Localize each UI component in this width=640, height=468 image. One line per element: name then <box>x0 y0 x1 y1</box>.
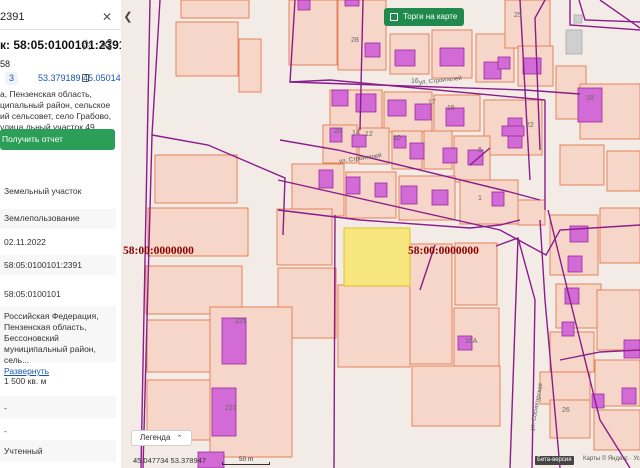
cad-quarter-label: 58:00:0000000 <box>123 245 194 257</box>
row-quarter: 58:05:0100101 <box>4 289 61 299</box>
copy-icon[interactable] <box>82 74 89 82</box>
house-number: 18 <box>586 95 594 102</box>
chevron-up-icon: ⌃ <box>176 435 183 442</box>
house-number: 221 <box>225 405 237 412</box>
building <box>565 29 583 55</box>
coords-value: 53.379189 45.050147 <box>38 73 121 83</box>
row-address: Российская Федерация, Пензенская область… <box>0 306 116 376</box>
row-rights: - <box>4 426 7 436</box>
house-number: 6 <box>478 147 482 154</box>
selected-parcel <box>343 227 411 287</box>
cad-quarter-label: 58:00:0000000 <box>408 245 479 257</box>
house-number: 1 <box>478 195 482 202</box>
parcel <box>238 38 262 93</box>
parcel <box>288 0 338 66</box>
house-number: 20 <box>334 128 342 135</box>
row-cost: - <box>0 396 116 418</box>
house-number: 16 <box>411 78 419 85</box>
app-root: { "sidebar": { "tab_id": "2391", "title"… <box>0 0 640 468</box>
house-number: 25 <box>514 12 522 19</box>
parcel <box>517 199 546 226</box>
close-icon[interactable]: ✕ <box>102 10 112 24</box>
parcel <box>504 0 551 49</box>
info-panel: 2391 ✕ к: 58:05:0100101:2391 ☆ 58 3 53.3… <box>0 0 121 468</box>
house-number: 28 <box>351 37 359 44</box>
house-number: 16А <box>465 338 478 345</box>
share-icon[interactable] <box>101 37 112 55</box>
row-date: 02.11.2022 <box>4 237 46 247</box>
scale-label: 50 m <box>239 456 254 463</box>
auction-map-button[interactable]: Торги на карте <box>384 8 465 26</box>
square-icon <box>390 13 398 21</box>
kad-prefix: 58 <box>0 59 11 69</box>
parcel <box>180 0 250 19</box>
row-type: Земельный участок <box>4 186 82 196</box>
beta-badge: Бета-версия <box>535 456 574 465</box>
tab-id: 2391 <box>0 11 25 23</box>
house-number: 17 <box>428 99 436 106</box>
building <box>573 14 583 24</box>
row-usage: Землепользование <box>0 209 116 229</box>
house-number: 12 <box>365 131 373 138</box>
parcel <box>549 331 595 373</box>
row-kad-number: 58:05:0100101:2391 <box>0 255 116 275</box>
coords-chip: 3 <box>5 72 19 85</box>
cursor-coordinates: 45.047734 53.378947 <box>133 456 206 465</box>
parcel <box>539 371 591 405</box>
legend-button[interactable]: Легенда ⌃ <box>131 430 192 446</box>
map-attribution: Карты © Яндекс · Ус <box>583 456 640 462</box>
parcel <box>411 365 501 427</box>
map-canvas[interactable]: 58:00:0000000 58:00:0000000 ул. Строител… <box>121 0 640 468</box>
star-icon[interactable]: ☆ <box>80 36 93 54</box>
address-text: а, Пензенская область, ципальный район, … <box>0 89 112 132</box>
panel-header: 2391 ✕ <box>0 8 121 30</box>
parcel <box>154 154 238 204</box>
house-number: 26 <box>562 407 570 414</box>
parcel <box>337 284 411 368</box>
house-number: 22 <box>526 122 534 129</box>
row-status: Учтенный <box>0 440 116 462</box>
parcel <box>291 163 345 217</box>
parcel <box>599 207 640 264</box>
parcel <box>559 144 605 186</box>
get-report-button[interactable]: Получить отчет <box>0 129 115 150</box>
house-number: 15 <box>447 105 455 112</box>
parcel <box>606 150 640 192</box>
house-number: 221 <box>235 318 247 325</box>
parcel <box>593 409 640 451</box>
house-number: 10 <box>393 135 401 142</box>
house-number: 14 <box>352 130 360 137</box>
row-area: 1 500 кв. м <box>4 376 47 386</box>
parcel <box>409 243 453 365</box>
collapse-panel-button[interactable]: ❮ <box>121 10 135 24</box>
parcel <box>175 21 239 77</box>
map-svg <box>140 0 640 468</box>
parcel <box>276 208 333 266</box>
